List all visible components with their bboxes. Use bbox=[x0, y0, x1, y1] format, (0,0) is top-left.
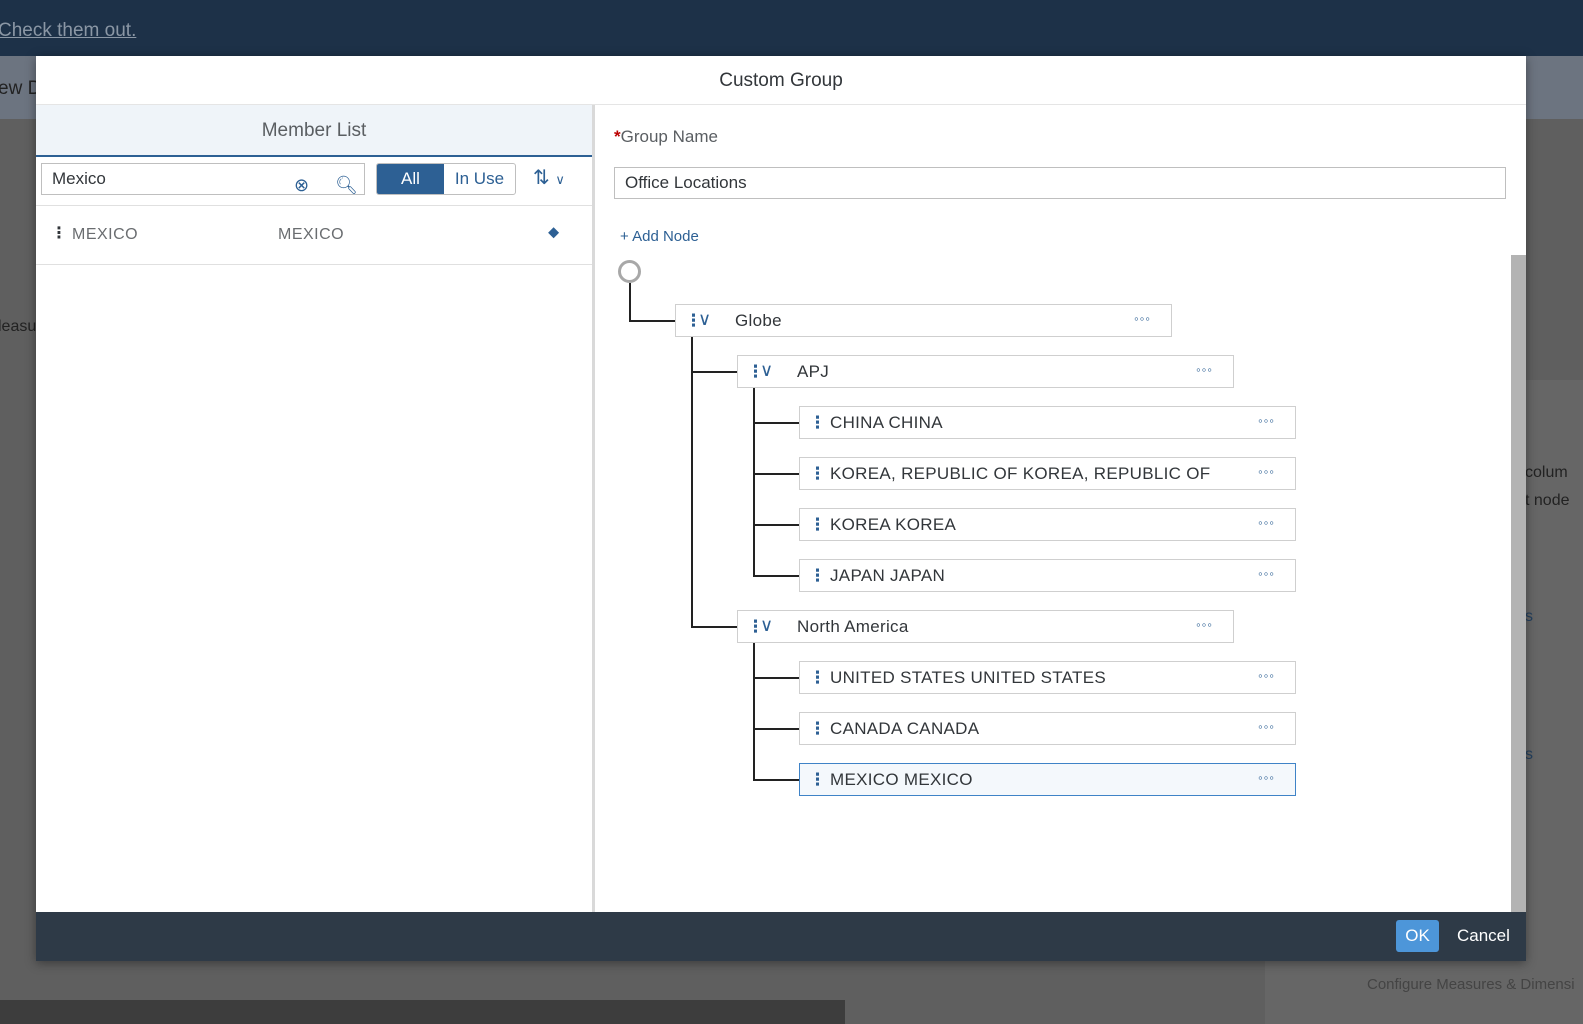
tree-node[interactable]: ⋮ MEXICO MEXICO ◦◦◦ bbox=[799, 763, 1296, 796]
tree-connector bbox=[691, 371, 737, 373]
bg-fragment: s bbox=[1525, 746, 1533, 763]
drag-handle-icon[interactable]: ⋮ bbox=[809, 560, 826, 591]
more-options-icon[interactable]: ◦◦◦ bbox=[1134, 303, 1151, 334]
bg-fragment: Configure Measures & Dimensi bbox=[1367, 976, 1575, 993]
node-label: APJ bbox=[797, 362, 830, 381]
more-options-icon[interactable]: ◦◦◦ bbox=[1258, 558, 1275, 589]
drag-handle-icon[interactable]: ⋮ bbox=[809, 764, 826, 795]
tree-connector bbox=[629, 283, 631, 321]
more-options-icon[interactable]: ◦◦◦ bbox=[1196, 609, 1213, 640]
node-label: JAPAN JAPAN bbox=[830, 566, 946, 585]
tree-node[interactable]: ⋮ CANADA CANADA ◦◦◦ bbox=[799, 712, 1296, 745]
hierarchy-icon[interactable]: ⬥ bbox=[548, 224, 560, 242]
member-list-title: Member List bbox=[36, 105, 592, 157]
drag-handle-icon[interactable]: ⋮ bbox=[809, 509, 826, 540]
node-label: KOREA KOREA bbox=[830, 515, 957, 534]
tree-connector bbox=[629, 320, 675, 322]
bg-fragment: t node bbox=[1525, 492, 1570, 509]
more-options-icon[interactable]: ◦◦◦ bbox=[1258, 456, 1275, 487]
clear-icon[interactable]: ⊗ bbox=[294, 170, 309, 200]
chevron-down-icon[interactable]: ∨ bbox=[760, 610, 773, 641]
more-options-icon[interactable]: ◦◦◦ bbox=[1258, 507, 1275, 538]
more-options-icon[interactable]: ◦◦◦ bbox=[1258, 762, 1275, 793]
bg-fragment: s bbox=[1525, 608, 1533, 625]
drag-handle-icon[interactable]: ⋮ bbox=[809, 662, 826, 693]
tree-connector bbox=[753, 677, 799, 679]
filter-all-button[interactable]: All bbox=[377, 164, 444, 194]
tree-connector bbox=[753, 575, 799, 577]
dialog-title: Custom Group bbox=[36, 56, 1526, 105]
sort-icon[interactable]: ⇅ ∨ bbox=[533, 165, 565, 190]
node-label: MEXICO MEXICO bbox=[830, 770, 973, 789]
drag-handle-icon[interactable]: ⋮ bbox=[809, 713, 826, 744]
tree-node[interactable]: ⋮ ∨ APJ ◦◦◦ bbox=[737, 355, 1234, 388]
more-options-icon[interactable]: ◦◦◦ bbox=[1258, 660, 1275, 691]
node-label: KOREA, REPUBLIC OF KOREA, REPUBLIC OF bbox=[830, 464, 1211, 483]
group-editor-panel: *Group Name Office Locations + Add Node … bbox=[598, 105, 1526, 912]
drag-handle-icon[interactable]: ⋮ bbox=[809, 407, 826, 438]
node-label: North America bbox=[797, 617, 909, 636]
chevron-down-icon[interactable]: ∨ bbox=[698, 304, 711, 335]
tree-node[interactable]: ⋮ ∨ North America ◦◦◦ bbox=[737, 610, 1234, 643]
tree-connector bbox=[753, 728, 799, 730]
tree-node[interactable]: ⋮ ∨ Globe ◦◦◦ bbox=[675, 304, 1172, 337]
tree-node[interactable]: ⋮ KOREA, REPUBLIC OF KOREA, REPUBLIC OF ◦◦… bbox=[799, 457, 1296, 490]
drag-handle-icon[interactable]: ⋮ bbox=[51, 223, 68, 243]
tree-connector bbox=[691, 626, 737, 628]
member-search-input[interactable]: Mexico ⊗ 🔍︎ bbox=[41, 163, 365, 195]
tree-connector bbox=[691, 337, 693, 627]
filter-segmented-button: All In Use bbox=[376, 163, 517, 195]
more-options-icon[interactable]: ◦◦◦ bbox=[1258, 711, 1275, 742]
node-label: Globe bbox=[735, 311, 782, 330]
bg-fragment: leasu bbox=[0, 318, 37, 335]
drag-handle-icon[interactable]: ⋮ bbox=[809, 458, 826, 489]
tree-node[interactable]: ⋮ KOREA KOREA ◦◦◦ bbox=[799, 508, 1296, 541]
app-header: Check them out. bbox=[0, 0, 1583, 56]
ok-button[interactable]: OK bbox=[1396, 920, 1439, 952]
node-label: CHINA CHINA bbox=[830, 413, 943, 432]
dialog-footer: OK Cancel bbox=[36, 912, 1526, 961]
background-bottom-bar bbox=[0, 1000, 845, 1024]
node-label: CANADA CANADA bbox=[830, 719, 980, 738]
search-value: Mexico bbox=[52, 169, 106, 188]
more-options-icon[interactable]: ◦◦◦ bbox=[1196, 354, 1213, 385]
more-options-icon[interactable]: ◦◦◦ bbox=[1258, 405, 1275, 436]
node-label: UNITED STATES UNITED STATES bbox=[830, 668, 1107, 687]
tree-node[interactable]: ⋮ CHINA CHINA ◦◦◦ bbox=[799, 406, 1296, 439]
chevron-down-icon[interactable]: ∨ bbox=[555, 172, 565, 187]
tree-connector bbox=[753, 779, 799, 781]
group-name-label: *Group Name bbox=[614, 127, 718, 146]
check-them-out-link[interactable]: Check them out. bbox=[0, 20, 136, 42]
member-row[interactable]: ⋮ MEXICO MEXICO ⬥ bbox=[36, 205, 592, 265]
member-id: MEXICO bbox=[72, 226, 139, 243]
tree-node[interactable]: ⋮ UNITED STATES UNITED STATES ◦◦◦ bbox=[799, 661, 1296, 694]
member-list-panel: Member List Mexico ⊗ 🔍︎ All In Use ⇅ ∨ ⋮… bbox=[36, 105, 595, 912]
tree-connector bbox=[753, 524, 799, 526]
cancel-button[interactable]: Cancel bbox=[1457, 920, 1510, 952]
filter-in-use-button[interactable]: In Use bbox=[444, 164, 515, 194]
chevron-down-icon[interactable]: ∨ bbox=[760, 355, 773, 386]
tree-connector bbox=[753, 388, 755, 576]
group-name-input[interactable]: Office Locations bbox=[614, 167, 1506, 199]
search-icon[interactable]: 🔍︎ bbox=[335, 170, 358, 200]
root-node-icon bbox=[618, 260, 641, 283]
custom-group-dialog: Custom Group Member List Mexico ⊗ 🔍︎ All… bbox=[36, 56, 1526, 961]
tree-connector bbox=[753, 643, 755, 780]
scrollbar[interactable] bbox=[1511, 255, 1526, 912]
member-description: MEXICO bbox=[278, 226, 345, 243]
tree-node[interactable]: ⋮ JAPAN JAPAN ◦◦◦ bbox=[799, 559, 1296, 592]
tree-connector bbox=[753, 473, 799, 475]
add-node-link[interactable]: + Add Node bbox=[620, 228, 699, 245]
tree-connector bbox=[753, 422, 799, 424]
bg-fragment: colum bbox=[1525, 464, 1568, 481]
